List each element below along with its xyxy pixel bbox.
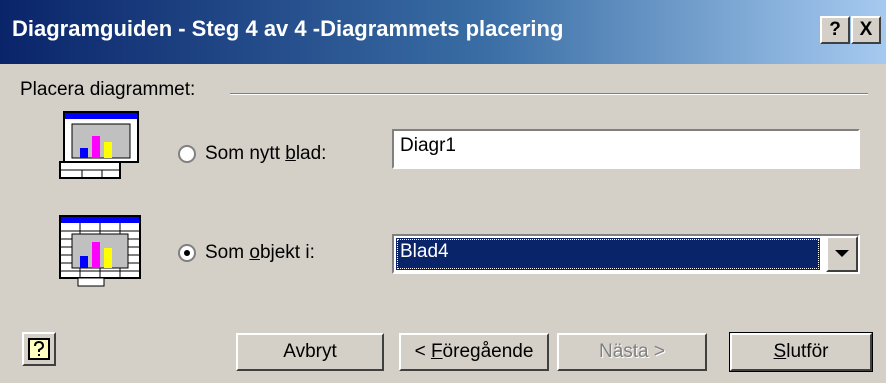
as-object-label[interactable]: Som objekt i: xyxy=(205,242,315,264)
help-title-button[interactable]: ? xyxy=(820,16,850,44)
new-sheet-label[interactable]: Som nytt blad: xyxy=(205,143,326,165)
cancel-button[interactable]: Avbryt xyxy=(236,333,384,371)
close-button[interactable]: X xyxy=(851,16,881,44)
chart-sheet-icon xyxy=(59,111,139,179)
new-sheet-name-value: Diagr1 xyxy=(400,135,456,156)
group-divider xyxy=(230,93,868,95)
cancel-button-label: Avbryt xyxy=(283,341,337,362)
help-icon xyxy=(28,338,50,360)
title-bar[interactable]: Diagramguiden - Steg 4 av 4 -Diagrammets… xyxy=(0,0,886,64)
as-object-radio[interactable] xyxy=(178,244,196,262)
sheet-select-value: Blad4 xyxy=(396,238,820,270)
new-sheet-name-input[interactable]: Diagr1 xyxy=(392,129,860,169)
new-sheet-radio[interactable] xyxy=(178,145,196,163)
back-button[interactable]: < Föregående xyxy=(399,333,549,371)
next-button-label: Nästa > xyxy=(598,341,665,362)
back-button-label: < Föregående xyxy=(414,341,534,362)
window-title: Diagramguiden - Steg 4 av 4 -Diagrammets… xyxy=(12,16,564,41)
next-button: Nästa > xyxy=(557,333,707,371)
sheet-select[interactable]: Blad4 xyxy=(392,234,860,274)
finish-button-label: Slutför xyxy=(773,341,829,362)
embedded-chart-icon xyxy=(59,215,141,287)
help-title-glyph: ? xyxy=(829,19,841,40)
finish-button[interactable]: Slutför xyxy=(729,332,873,372)
close-title-glyph: X xyxy=(859,19,873,40)
dropdown-arrow-button[interactable] xyxy=(826,236,858,272)
placement-group-label: Placera diagrammet: xyxy=(20,79,196,100)
help-button[interactable] xyxy=(22,332,56,366)
dropdown-arrow-icon xyxy=(835,250,849,257)
